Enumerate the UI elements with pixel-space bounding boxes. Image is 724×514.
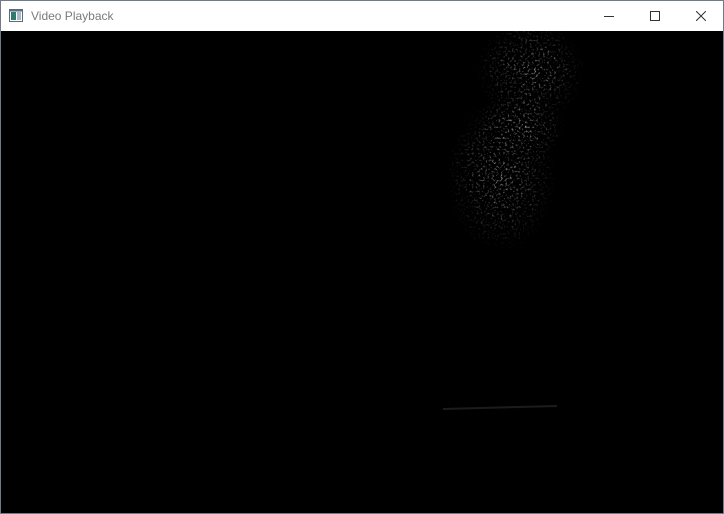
window-title: Video Playback: [31, 9, 114, 23]
minimize-icon: [604, 16, 614, 17]
video-frame-content: [1, 31, 723, 513]
video-playback-window: Video Playback: [0, 0, 724, 514]
title-bar[interactable]: Video Playback: [1, 1, 723, 31]
close-button[interactable]: [678, 1, 723, 31]
app-window-icon: [9, 9, 23, 22]
maximize-icon: [650, 11, 660, 21]
minimize-button[interactable]: [586, 1, 632, 31]
close-icon: [696, 11, 706, 21]
maximize-button[interactable]: [632, 1, 678, 31]
video-frame[interactable]: [1, 31, 723, 513]
